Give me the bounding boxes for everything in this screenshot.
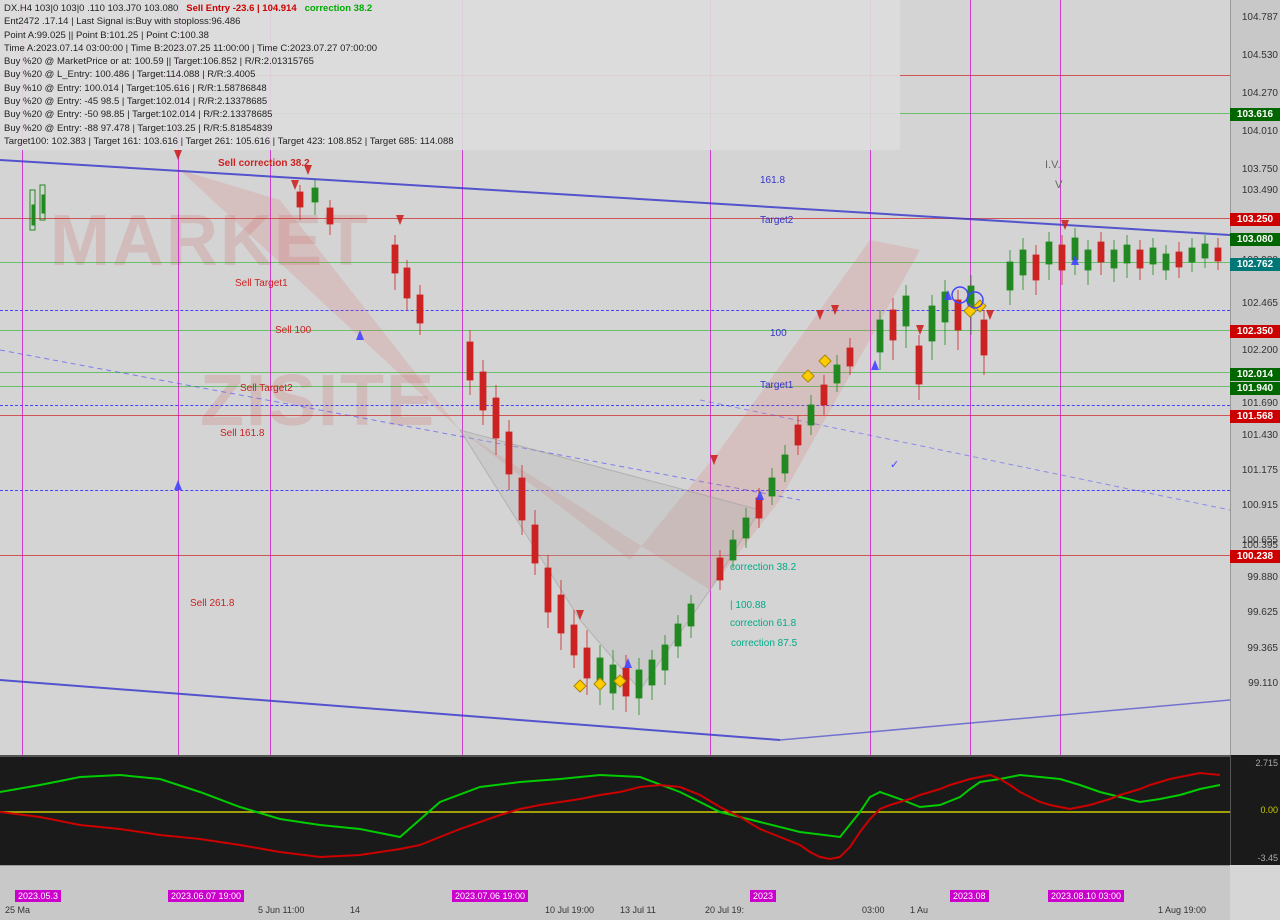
label-161-8: 161.8 bbox=[760, 175, 785, 186]
price-103250-highlight: 103.250 bbox=[1230, 213, 1280, 226]
header-line1: DX.H4 103|0 103|0 .110 103.J70 103.080 S… bbox=[4, 2, 896, 15]
svg-text:✓: ✓ bbox=[890, 459, 899, 471]
time-label-7: 13 Jul 11 bbox=[620, 905, 656, 915]
price-103080-highlight: 103.080 bbox=[1230, 233, 1280, 246]
price-99880: 99.880 bbox=[1247, 572, 1278, 583]
time-label-11: 1 Au bbox=[910, 905, 928, 915]
time-label-13: 2023.08.10 03:00 bbox=[1048, 890, 1124, 902]
price-101690: 101.690 bbox=[1242, 398, 1278, 409]
oscillator-chart bbox=[0, 757, 1230, 865]
time-label-1: 2023.05.3 bbox=[15, 890, 61, 902]
label-target2: Target2 bbox=[760, 215, 793, 226]
osc-level-low: -3.45 bbox=[1257, 853, 1278, 863]
time-label-2: 2023.06.07 19:00 bbox=[168, 890, 244, 902]
price-103750: 103.750 bbox=[1242, 164, 1278, 175]
header-line2: Ent2472 .17.14 | Last Signal is:Buy with… bbox=[4, 15, 896, 28]
chart-container: DX.H4 103|0 103|0 .110 103.J70 103.080 S… bbox=[0, 0, 1280, 920]
label-sell-2618: Sell 261.8 bbox=[190, 598, 234, 609]
header-line10: Buy %20 @ Entry: -88 97.478 | Target:103… bbox=[4, 122, 896, 135]
osc-level-high: 2.715 bbox=[1255, 758, 1278, 768]
oscillator-panel: Profit-Signal | Modified By FSB3 0.212 0… bbox=[0, 755, 1230, 865]
time-label-4: 14 bbox=[350, 905, 360, 915]
osc-level-zero: 0.00 bbox=[1260, 805, 1278, 815]
price-104530: 104.530 bbox=[1242, 50, 1278, 61]
label-price-10088: | 100.88 bbox=[730, 600, 766, 611]
label-target1: Target1 bbox=[760, 380, 793, 391]
price-102014-highlight: 102.014 bbox=[1230, 368, 1280, 381]
price-100915: 100.915 bbox=[1242, 500, 1278, 511]
price-102762-highlight: 102.762 bbox=[1230, 258, 1280, 271]
label-correction-875: correction 87.5 bbox=[731, 638, 797, 649]
price-101568-highlight: 101.568 bbox=[1230, 410, 1280, 423]
label-sell-100: Sell 100 bbox=[275, 325, 311, 336]
header-line8: Buy %20 @ Entry: -45 98.5 | Target:102.0… bbox=[4, 95, 896, 108]
label-sell-target1: Sell Target1 bbox=[235, 278, 288, 289]
price-104270: 104.270 bbox=[1242, 88, 1278, 99]
price-101940-highlight: 101.940 bbox=[1230, 382, 1280, 395]
price-104787: 104.787 bbox=[1242, 12, 1278, 23]
price-101175: 101.175 bbox=[1242, 465, 1278, 476]
header-line9: Buy %20 @ Entry: -50 98.85 | Target:102.… bbox=[4, 108, 896, 121]
label-sell-entry: Sell correction 38.2 bbox=[218, 158, 310, 169]
time-axis: 25 Ma 2023.05.3 2023.06.07 19:00 5 Jun 1… bbox=[0, 865, 1230, 920]
label-sell-1618: Sell 161.8 bbox=[220, 428, 264, 439]
time-label-0: 25 Ma bbox=[5, 905, 30, 915]
header-line11: Target100: 102.383 | Target 161: 103.616… bbox=[4, 135, 896, 148]
price-100238-highlight: 100.238 bbox=[1230, 550, 1280, 563]
header-line6: Buy %20 @ L_Entry: 100.486 | Target:114.… bbox=[4, 68, 896, 81]
time-label-9: 2023 bbox=[750, 890, 776, 902]
time-label-12: 2023.08 bbox=[950, 890, 989, 902]
label-correction-382: correction 38.2 bbox=[730, 562, 796, 573]
header-line3: Point A:99.025 || Point B:101.25 | Point… bbox=[4, 29, 896, 42]
price-axis: 104.787 104.530 104.270 104.010 103.616 … bbox=[1230, 0, 1280, 755]
oscillator-axis: 2.715 0.00 -3.45 bbox=[1230, 755, 1280, 865]
header-line4: Time A:2023.07.14 03:00:00 | Time B:2023… bbox=[4, 42, 896, 55]
price-99625: 99.625 bbox=[1247, 607, 1278, 618]
price-103616-highlight: 103.616 bbox=[1230, 108, 1280, 121]
label-sell-target2: Sell Target2 bbox=[240, 383, 293, 394]
label-fib-100: 100 bbox=[770, 328, 787, 339]
price-103490: 103.490 bbox=[1242, 185, 1278, 196]
header-line5: Buy %20 @ MarketPrice or at: 100.59 || T… bbox=[4, 55, 896, 68]
price-102350-highlight: 102.350 bbox=[1230, 325, 1280, 338]
info-panel: DX.H4 103|0 103|0 .110 103.J70 103.080 S… bbox=[0, 0, 900, 150]
time-label-6: 10 Jul 19:00 bbox=[545, 905, 594, 915]
time-label-8: 20 Jul 19: bbox=[705, 905, 744, 915]
price-99110: 99.110 bbox=[1248, 678, 1278, 689]
price-101430: 101.430 bbox=[1242, 430, 1278, 441]
svg-text:I.V.: I.V. bbox=[1045, 159, 1061, 171]
time-label-14: 1 Aug 19:00 bbox=[1158, 905, 1206, 915]
header-line7: Buy %10 @ Entry: 100.014 | Target:105.61… bbox=[4, 82, 896, 95]
time-label-5: 2023.07.06 19:00 bbox=[452, 890, 528, 902]
price-99365: 99.365 bbox=[1247, 643, 1278, 654]
price-102200: 102.200 bbox=[1242, 345, 1278, 356]
label-correction-618: correction 61.8 bbox=[730, 618, 796, 629]
time-label-10: 03:00 bbox=[862, 905, 885, 915]
price-104010: 104.010 bbox=[1242, 126, 1278, 137]
time-label-3: 5 Jun 11:00 bbox=[258, 905, 304, 915]
price-102465: 102.465 bbox=[1242, 298, 1278, 309]
svg-text:V: V bbox=[1055, 179, 1063, 191]
